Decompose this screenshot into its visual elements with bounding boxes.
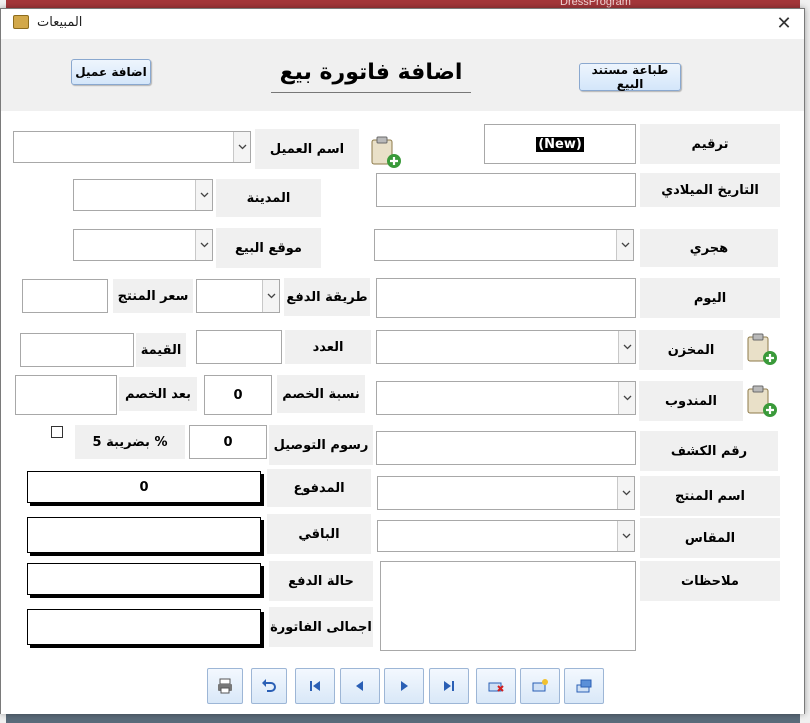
hijri-label: هجري <box>640 229 778 267</box>
city-label: المدينة <box>216 179 321 217</box>
save-record-icon <box>576 679 592 693</box>
warehouse-label: المخزن <box>639 330 743 370</box>
value-input[interactable] <box>20 333 134 367</box>
undo-icon <box>262 679 276 692</box>
chevron-down-icon[interactable] <box>616 230 633 260</box>
chevron-down-icon[interactable] <box>262 280 279 312</box>
add-client-button[interactable]: اضافة عميل <box>71 59 151 85</box>
next-record-button[interactable] <box>384 668 424 704</box>
sale-location-label: موقع البيع <box>216 228 321 268</box>
previous-record-button[interactable] <box>340 668 380 704</box>
size-dropdown[interactable] <box>377 520 635 552</box>
background-app-name: DressProgram <box>560 0 631 8</box>
first-record-button[interactable] <box>295 668 335 704</box>
chevron-down-icon[interactable] <box>195 180 212 210</box>
after-discount-label: بعد الخصم <box>119 377 197 411</box>
window-titlebar: المبيعات ✕ <box>1 9 804 39</box>
quantity-input[interactable] <box>196 330 282 364</box>
payment-method-dropdown[interactable] <box>196 279 280 313</box>
product-price-input[interactable] <box>22 279 108 313</box>
city-dropdown[interactable] <box>73 179 213 211</box>
warehouse-dropdown[interactable] <box>376 330 636 364</box>
discount-rate-input[interactable]: 0 <box>204 375 272 415</box>
gregorian-date-input[interactable] <box>376 173 636 207</box>
background-app-titlebar <box>0 0 810 8</box>
discount-rate-label: نسبة الخصم <box>277 375 365 413</box>
representative-dropdown[interactable] <box>376 381 636 415</box>
product-name-label: اسم المنتج <box>640 476 780 516</box>
tax-label: بضريبة 5 % <box>75 425 185 459</box>
delete-record-button[interactable] <box>476 668 516 704</box>
chevron-down-icon[interactable] <box>617 521 634 551</box>
previous-record-icon <box>356 681 363 691</box>
print-document-button[interactable]: طباعة مستند البيع <box>579 63 681 91</box>
chevron-down-icon[interactable] <box>617 477 634 509</box>
quantity-label: العدد <box>285 330 371 364</box>
form-title: اضافة فاتورة بيع <box>271 53 471 93</box>
print-icon <box>218 678 232 694</box>
statement-number-label: رقم الكشف <box>640 431 778 471</box>
number-value: (New) <box>536 136 584 152</box>
close-icon[interactable]: ✕ <box>769 11 799 37</box>
sales-window: المبيعات ✕ اضافة عميل اضافة فاتورة بيع ط… <box>0 8 805 714</box>
payment-method-label: طريقة الدفع <box>284 278 370 316</box>
invoice-total-label: اجمالى الفاتورة <box>269 607 373 647</box>
next-record-icon <box>401 681 408 691</box>
hijri-dropdown[interactable] <box>374 229 634 261</box>
tax-checkbox[interactable] <box>51 426 63 438</box>
number-field[interactable]: (New) <box>484 124 636 164</box>
remaining-label: الباقي <box>267 514 371 554</box>
product-price-label: سعر المنتج <box>113 279 193 313</box>
client-name-label: اسم العميل <box>255 129 359 169</box>
paid-value: 0 <box>27 471 261 503</box>
statement-number-input[interactable] <box>376 431 636 465</box>
form-body: ترقيم (New) التاريخ الميلادي هجري اليوم … <box>1 111 804 714</box>
delivery-fee-label: رسوم التوصيل <box>269 425 373 465</box>
form-header: اضافة عميل اضافة فاتورة بيع طباعة مستند … <box>1 39 804 111</box>
add-representative-icon[interactable] <box>745 384 779 418</box>
add-warehouse-icon[interactable] <box>745 332 779 366</box>
remaining-value <box>27 517 261 553</box>
last-record-button[interactable] <box>429 668 469 704</box>
undo-button[interactable] <box>251 668 287 704</box>
new-record-icon <box>532 679 548 692</box>
payment-status-value <box>27 563 261 595</box>
client-name-dropdown[interactable] <box>13 131 251 163</box>
delete-record-icon <box>488 682 504 692</box>
representative-label: المندوب <box>639 381 743 421</box>
first-record-icon <box>310 681 320 691</box>
gregorian-date-label: التاريخ الميلادي <box>640 173 780 207</box>
print-button[interactable] <box>207 668 243 704</box>
product-name-dropdown[interactable] <box>377 476 635 510</box>
add-client-icon[interactable] <box>369 135 403 169</box>
window-title: المبيعات <box>37 15 83 30</box>
paid-label: المدفوع <box>267 469 371 507</box>
sale-location-dropdown[interactable] <box>73 229 213 261</box>
chevron-down-icon[interactable] <box>233 132 250 162</box>
day-label: اليوم <box>640 278 780 318</box>
notes-textarea[interactable] <box>380 561 636 651</box>
size-label: المقاس <box>640 518 780 558</box>
save-record-button[interactable] <box>564 668 604 704</box>
after-discount-input[interactable] <box>15 375 117 415</box>
notes-label: ملاحظات <box>640 561 780 601</box>
day-input[interactable] <box>376 278 636 318</box>
delivery-fee-input[interactable]: 0 <box>189 425 267 459</box>
new-record-button[interactable] <box>520 668 560 704</box>
payment-status-label: حالة الدفع <box>269 561 373 601</box>
chevron-down-icon[interactable] <box>195 230 212 260</box>
number-label: ترقيم <box>640 124 780 164</box>
last-record-icon <box>444 681 454 691</box>
invoice-total-value <box>27 609 261 645</box>
chevron-down-icon[interactable] <box>618 331 635 363</box>
value-label: القيمة <box>136 333 186 367</box>
window-app-icon <box>13 15 29 29</box>
chevron-down-icon[interactable] <box>618 382 635 414</box>
